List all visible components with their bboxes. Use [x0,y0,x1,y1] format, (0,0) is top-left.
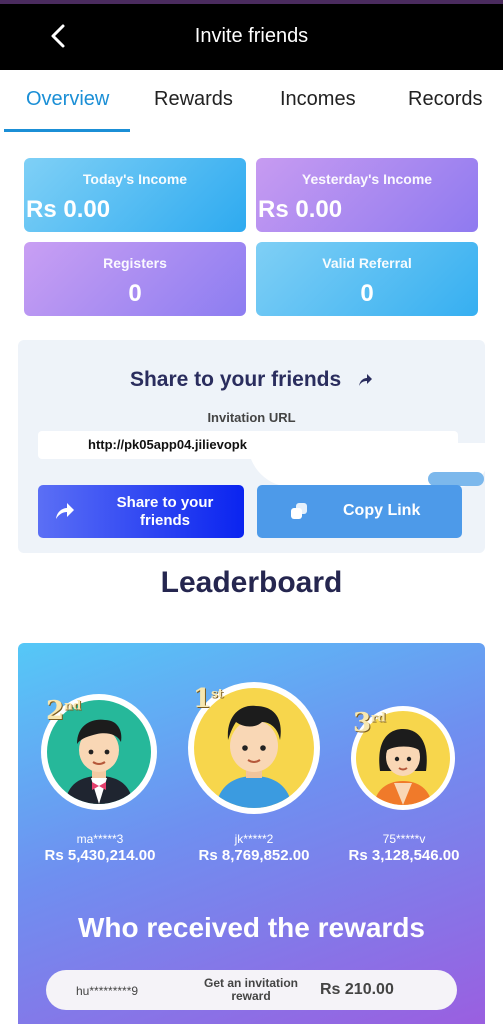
tab-rewards[interactable]: Rewards [154,88,233,111]
leaderboard-name-third: 75*****v [382,832,426,846]
share-icon [56,503,74,519]
yesterday-income-label: Yesterday's Income [301,171,433,187]
tab-incomes[interactable]: Incomes [280,88,356,111]
yesterday-income-card: Yesterday's Income Rs 0.00 [256,158,478,232]
leaderboard-amount-second: Rs 5,430,214.00 [44,847,156,864]
rank-badge-second: 2nd [46,696,82,726]
redaction-stroke [428,472,484,486]
leaderboard-amount-third: Rs 3,128,546.00 [348,847,460,864]
registers-value: 0 [128,280,142,307]
copy-button-label: Copy Link [343,502,421,519]
invitation-url-label: Invitation URL [207,410,296,425]
copy-link-button[interactable]: Copy Link [257,485,462,538]
today-income-label: Today's Income [82,171,188,187]
valid-referral-value: 0 [360,280,374,307]
leaderboard-name-first: jk*****2 [234,832,274,846]
reward-row: hu*********9 Get an invitation reward Rs… [46,970,457,1010]
valid-referral-label: Valid Referral [322,255,412,271]
registers-label: Registers [103,255,167,271]
leaderboard-name-second: ma*****3 [76,832,124,846]
yesterday-income-value: Rs 0.00 [258,196,343,223]
share-button-label: Share to your friends [116,494,214,529]
tab-overview[interactable]: Overview [26,88,109,111]
today-income-card: Today's Income Rs 0.00 [24,158,246,232]
tab-bar: Overview Rewards Incomes Records [0,70,503,132]
rewards-title: Who received the rewards [77,912,425,943]
reward-description: Get an invitation reward [203,976,298,1003]
share-arrow-icon [359,374,373,387]
leaderboard-title: Leaderboard [160,566,343,599]
rank-badge-third: 3rd [353,708,386,738]
rank-badge-first: 1st [193,684,224,714]
leaderboard-amount-first: Rs 8,769,852.00 [198,847,310,864]
app-header: Invite friends [0,4,503,70]
share-title: Share to your friends [18,368,485,392]
reward-amount: Rs 210.00 [320,981,394,998]
active-tab-indicator [4,129,130,132]
invitation-url-text: http://pk05app04.jilievopk [88,437,247,452]
valid-referral-card: Valid Referral 0 [256,242,478,316]
copy-icon [291,503,307,519]
share-title-text: Share to your friends [129,368,342,391]
tab-records[interactable]: Records [408,88,482,111]
share-to-friends-button[interactable]: Share to your friends [38,485,244,538]
reward-user: hu*********9 [76,984,139,998]
registers-card: Registers 0 [24,242,246,316]
today-income-value: Rs 0.00 [26,196,111,223]
page-title: Invite friends [194,25,309,47]
